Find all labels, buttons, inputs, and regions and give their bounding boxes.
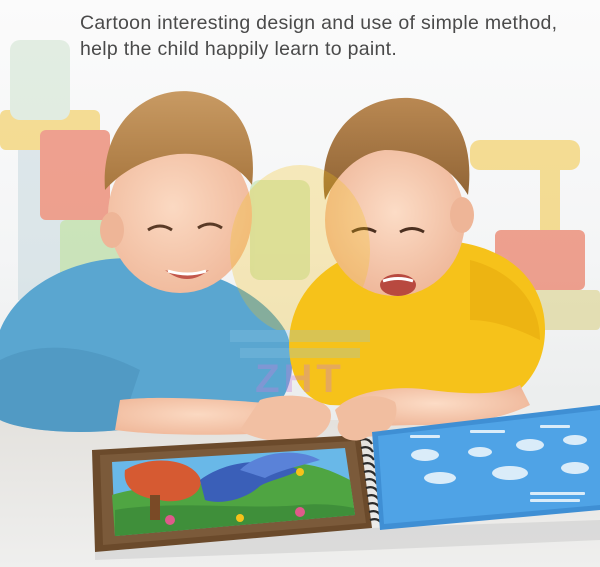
product-photo: ZHT Cartoon interesting design and use o… [0,0,600,567]
watermark-text: ZHT [255,357,345,401]
caption-text: Cartoon interesting design and use of si… [80,10,580,62]
photo-illustration: ZHT [0,40,600,567]
caption-line-2: help the child happily learn to paint. [80,38,398,60]
caption-line-1: Cartoon interesting design and use of si… [80,12,558,34]
